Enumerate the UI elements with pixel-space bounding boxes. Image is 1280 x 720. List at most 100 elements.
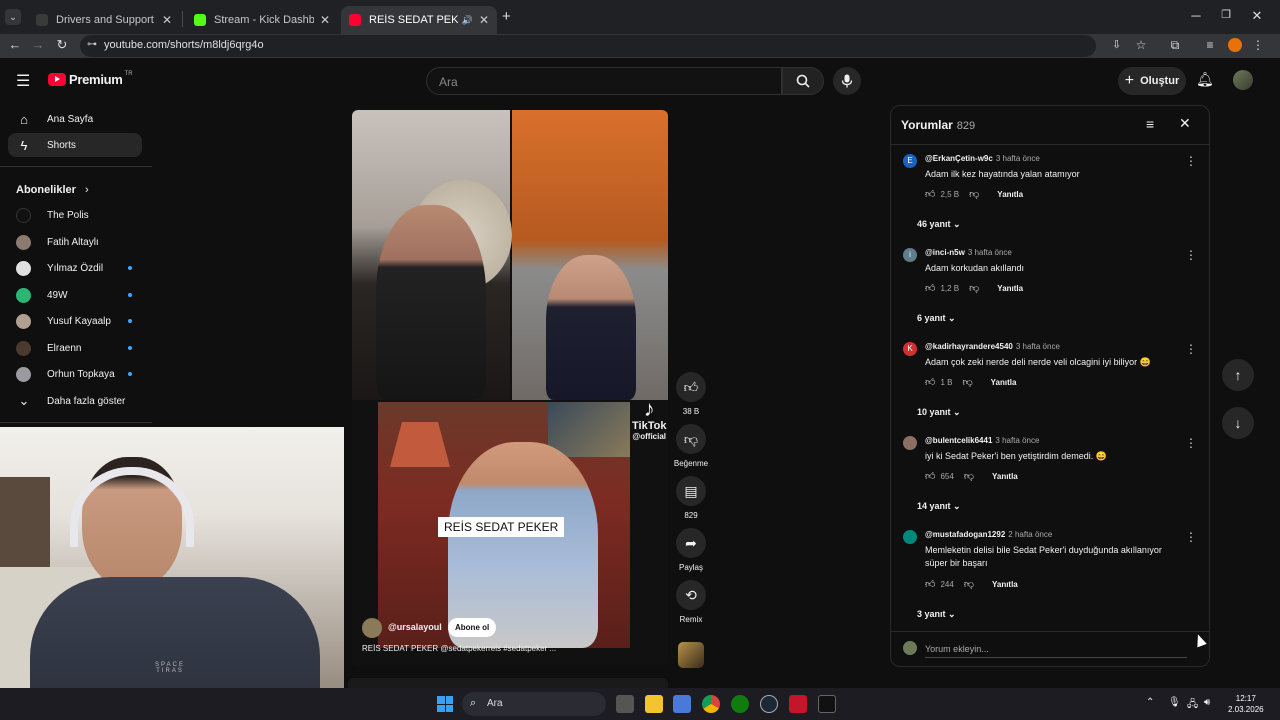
- like-button[interactable]: 👍︎: [925, 188, 935, 200]
- close-icon[interactable]: ✕: [479, 13, 489, 27]
- avatar[interactable]: [903, 436, 917, 450]
- avatar[interactable]: E: [903, 154, 917, 168]
- kebab-menu-icon[interactable]: ⋮: [1185, 342, 1197, 356]
- comment-author[interactable]: @ErkanÇetin-w9c: [925, 154, 993, 163]
- system-clock[interactable]: 12:17 2.03.2026: [1228, 693, 1264, 715]
- chrome-icon[interactable]: [702, 695, 720, 713]
- close-icon[interactable]: ✕: [162, 13, 172, 27]
- sort-icon[interactable]: ≡: [1146, 116, 1154, 132]
- close-icon[interactable]: ✕: [320, 13, 330, 27]
- url-text[interactable]: youtube.com/shorts/m8ldj6qrg4o: [104, 39, 264, 51]
- kebab-menu-icon[interactable]: ⋮: [1185, 154, 1197, 168]
- comment-author[interactable]: @bulentcelik6441: [925, 436, 992, 445]
- hamburger-menu-icon[interactable]: ☰: [16, 71, 30, 91]
- menu-kebab-icon[interactable]: ⋮: [1250, 38, 1266, 52]
- sidebar-item-channel[interactable]: Fatih Altaylı: [8, 230, 142, 254]
- file-explorer-icon[interactable]: [645, 695, 663, 713]
- dislike-button[interactable]: 👎︎: [676, 424, 706, 454]
- account-avatar[interactable]: [1233, 70, 1253, 90]
- replies-toggle[interactable]: 46 yanıt ⌄: [917, 219, 961, 230]
- comment-time[interactable]: 3 hafta önce: [995, 436, 1039, 445]
- replies-toggle[interactable]: 6 yanıt ⌄: [917, 313, 956, 324]
- install-app-icon[interactable]: ⇩: [1112, 38, 1121, 51]
- replies-toggle[interactable]: 3 yanıt ⌄: [917, 609, 956, 620]
- minimize-button[interactable]: ─: [1182, 8, 1210, 23]
- network-icon[interactable]: 🖧: [1187, 697, 1198, 714]
- search-box[interactable]: Ara: [426, 67, 782, 95]
- app-icon[interactable]: [789, 695, 807, 713]
- sidebar-item-channel[interactable]: Yılmaz Özdil: [8, 256, 142, 280]
- share-button[interactable]: ➦: [676, 528, 706, 558]
- comment-time[interactable]: 2 hafta önce: [1008, 530, 1052, 539]
- tab-youtube[interactable]: REİS SEDAT PEKER @sedatp 🔊 ✕: [341, 6, 497, 34]
- like-button[interactable]: 👍︎: [925, 578, 935, 590]
- comment-author[interactable]: @mustafadogan1292: [925, 530, 1005, 539]
- media-control-icon[interactable]: ≡: [1202, 38, 1218, 52]
- bookmark-star-icon[interactable]: ☆: [1133, 38, 1149, 52]
- sidebar-item-shorts[interactable]: ϟ Shorts: [8, 133, 142, 157]
- sound-thumbnail[interactable]: [678, 642, 704, 668]
- speaker-icon[interactable]: 🔊: [462, 15, 473, 26]
- comments-button[interactable]: ▤: [676, 476, 706, 506]
- create-button[interactable]: + Oluştur: [1118, 67, 1186, 95]
- avatar[interactable]: i: [903, 248, 917, 262]
- reply-button[interactable]: Yanıtla: [997, 284, 1023, 293]
- dislike-button[interactable]: 👎︎: [964, 578, 974, 590]
- back-button[interactable]: ←: [6, 37, 24, 52]
- sidebar-item-channel[interactable]: Elraenn: [8, 336, 142, 360]
- dislike-button[interactable]: 👎︎: [969, 282, 979, 294]
- microphone-tray-icon[interactable]: 🎙︎: [1168, 697, 1181, 708]
- extensions-icon[interactable]: ⧉: [1167, 38, 1183, 53]
- avatar[interactable]: K: [903, 342, 917, 356]
- taskbar-search[interactable]: ⌕ Ara: [462, 692, 606, 716]
- show-more-button[interactable]: ⌄ Daha fazla göster: [8, 389, 142, 413]
- search-input[interactable]: Ara: [439, 75, 458, 89]
- kebab-menu-icon[interactable]: ⋮: [1185, 530, 1197, 544]
- like-button[interactable]: 👍︎: [925, 282, 935, 294]
- replies-toggle[interactable]: 14 yanıt ⌄: [917, 501, 961, 512]
- reply-button[interactable]: Yanıtla: [992, 472, 1018, 481]
- profile-avatar[interactable]: [1228, 38, 1242, 52]
- dislike-button[interactable]: 👎︎: [969, 188, 979, 200]
- task-view-icon[interactable]: [616, 695, 634, 713]
- reload-button[interactable]: ↻: [53, 37, 71, 53]
- close-icon[interactable]: ✕: [1179, 115, 1191, 132]
- short-video-player[interactable]: ♪ TikTok @official REİS SEDAT PEKER @urs…: [352, 110, 668, 666]
- reply-button[interactable]: Yanıtla: [992, 580, 1018, 589]
- comment-time[interactable]: 3 hafta önce: [968, 248, 1012, 257]
- sidebar-item-channel[interactable]: The Polis: [8, 203, 142, 227]
- steam-icon[interactable]: [760, 695, 778, 713]
- comment-author[interactable]: @kadirhayrandere4540: [925, 342, 1013, 351]
- sidebar-item-channel[interactable]: Yusuf Kayaalp: [8, 309, 142, 333]
- maximize-button[interactable]: ❐: [1212, 8, 1240, 21]
- capcut-icon[interactable]: [818, 695, 836, 713]
- comment-author[interactable]: @inci-n5w: [925, 248, 965, 257]
- tab-drivers[interactable]: Drivers and Support for Proces ✕: [28, 6, 180, 34]
- notifications-bell-icon[interactable]: 🔔︎: [1196, 71, 1214, 88]
- comment-input[interactable]: Yorum ekleyin...: [925, 644, 989, 654]
- sidebar-item-home[interactable]: ⌂ Ana Sayfa: [8, 107, 142, 131]
- address-bar[interactable]: ⊶ youtube.com/shorts/m8ldj6qrg4o ⇩: [80, 35, 1121, 57]
- tab-kick[interactable]: Stream - Kick Dashboard ✕: [186, 6, 338, 34]
- search-button[interactable]: [782, 67, 824, 95]
- comment-time[interactable]: 3 hafta önce: [1016, 342, 1060, 351]
- reply-button[interactable]: Yanıtla: [991, 378, 1017, 387]
- channel-handle[interactable]: @ursalayoul: [388, 622, 442, 632]
- kebab-menu-icon[interactable]: ⋮: [1185, 436, 1197, 450]
- new-tab-button[interactable]: +: [502, 8, 511, 25]
- next-short-button[interactable]: ↓: [1222, 407, 1254, 439]
- close-window-button[interactable]: ✕: [1243, 8, 1271, 24]
- avatar[interactable]: [903, 530, 917, 544]
- previous-short-button[interactable]: ↑: [1222, 359, 1254, 391]
- replies-toggle[interactable]: 10 yanıt ⌄: [917, 407, 961, 418]
- reply-button[interactable]: Yanıtla: [997, 190, 1023, 199]
- windows-start-icon[interactable]: [437, 696, 453, 712]
- dislike-button[interactable]: 👎︎: [964, 470, 974, 482]
- voice-search-button[interactable]: [833, 67, 861, 95]
- store-icon[interactable]: [673, 695, 691, 713]
- forward-button[interactable]: →: [29, 37, 47, 52]
- xbox-icon[interactable]: [731, 695, 749, 713]
- comment-time[interactable]: 3 hafta önce: [996, 154, 1040, 163]
- remix-button[interactable]: ⟲: [676, 580, 706, 610]
- sidebar-item-channel[interactable]: Orhun Topkaya: [8, 362, 142, 386]
